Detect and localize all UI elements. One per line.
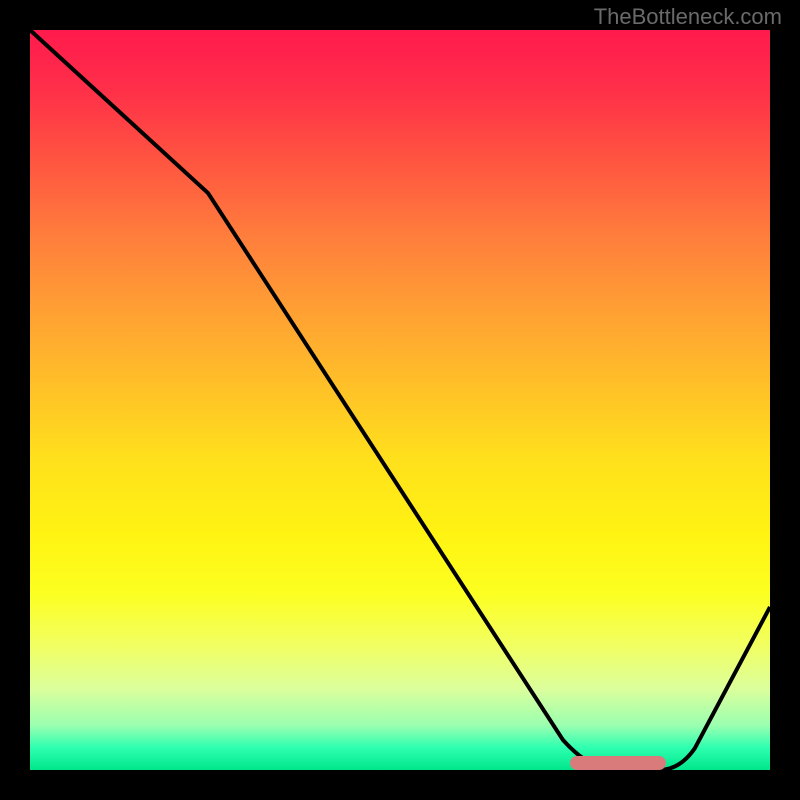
plot-area: [30, 30, 770, 770]
bottleneck-curve: [30, 30, 770, 770]
curve-svg: [30, 30, 770, 770]
optimal-range-marker: [570, 756, 666, 770]
watermark-text: TheBottleneck.com: [594, 4, 782, 30]
